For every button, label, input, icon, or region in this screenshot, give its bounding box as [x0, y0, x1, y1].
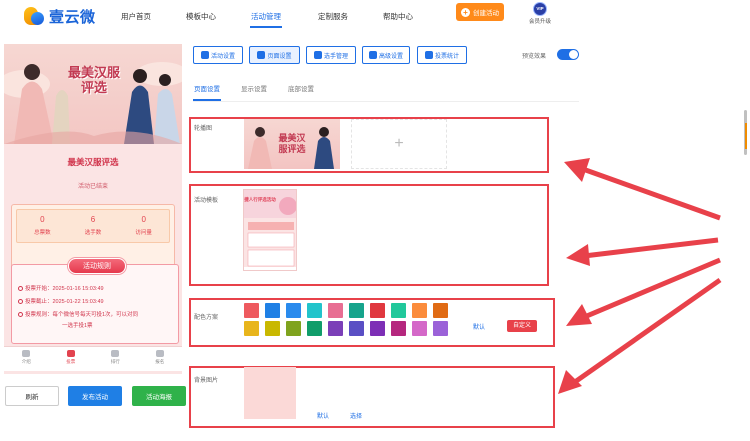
- nav-template-center[interactable]: 模板中心: [186, 11, 216, 22]
- preview-tabbar: 介绍 投票 排行 报名: [4, 346, 182, 371]
- nav-help-center[interactable]: 帮助中心: [383, 11, 413, 22]
- scrollbar-thumb[interactable]: [745, 123, 747, 149]
- color-swatch[interactable]: [391, 321, 406, 336]
- preview-toggle[interactable]: [557, 49, 579, 60]
- users-icon: [313, 51, 322, 59]
- stat-contestants: 6 选手数: [84, 215, 102, 236]
- svg-text:服评选: 服评选: [278, 143, 305, 155]
- rule-start: 投票开始：2025-01-16 15:03:49: [18, 285, 104, 293]
- vip-upgrade-label: 会员升级: [528, 19, 551, 25]
- create-activity-label: 创建活动: [473, 10, 499, 17]
- nav-activity-management[interactable]: 活动管理: [251, 11, 281, 22]
- background-default-button[interactable]: 默认: [317, 411, 329, 420]
- color-swatch[interactable]: [328, 303, 343, 318]
- logo-icon: [22, 5, 46, 27]
- carousel-add-button[interactable]: +: [351, 119, 447, 169]
- rules-title: 活动规则: [68, 258, 126, 274]
- preview-activity-status: 活动已结束: [77, 184, 108, 190]
- clock-icon: [18, 286, 23, 291]
- vote-icon: [66, 350, 75, 357]
- color-default-button[interactable]: 默认: [473, 322, 485, 331]
- tab-signup[interactable]: 报名: [138, 347, 183, 371]
- color-swatch[interactable]: [244, 303, 259, 318]
- color-palette: [244, 303, 459, 336]
- top-navbar: 壹云微 用户首页 模板中心 活动管理 定制服务 帮助中心 + 创建活动 VIP …: [0, 0, 750, 34]
- stat-visits: 0 访问量: [135, 215, 152, 236]
- plus-icon: +: [461, 7, 470, 17]
- rule-limit-cont: 一选手投1票: [62, 323, 93, 329]
- subtab-page-settings[interactable]: 页面设置: [194, 83, 220, 93]
- template-preview-graphic: 捷人行评选活动: [244, 190, 296, 270]
- subtab-divider: [193, 101, 579, 102]
- tab-intro[interactable]: 介绍: [4, 347, 49, 371]
- color-swatch[interactable]: [391, 303, 406, 318]
- clock-icon: [18, 299, 23, 304]
- background-choose-button[interactable]: 选择: [350, 411, 362, 420]
- nav-user-home[interactable]: 用户首页: [121, 11, 151, 22]
- brand-name: 壹云微: [49, 8, 96, 26]
- rule-limit: 投票规则：每个微信号每天可投1次，可以对同: [18, 311, 138, 319]
- gear-icon: [257, 51, 266, 59]
- info-icon: [18, 312, 23, 317]
- color-swatch[interactable]: [349, 303, 364, 318]
- contestant-management-button[interactable]: 选手管理: [306, 46, 356, 64]
- color-swatch[interactable]: [412, 321, 427, 336]
- stat-total-votes: 0 总票数: [34, 215, 51, 236]
- color-swatch[interactable]: [370, 303, 385, 318]
- color-swatch[interactable]: [433, 321, 448, 336]
- advanced-settings-button[interactable]: 高级设置: [362, 46, 410, 64]
- vip-badge-icon: VIP: [533, 2, 547, 16]
- publish-button[interactable]: 发布活动: [68, 386, 122, 406]
- heart-icon: [22, 350, 31, 357]
- template-label: 活动模板: [194, 198, 219, 204]
- color-swatch[interactable]: [265, 303, 280, 318]
- chart-icon: [424, 51, 433, 59]
- vote-stats-button[interactable]: 投票统计: [417, 46, 467, 64]
- background-image-preview[interactable]: [244, 367, 296, 419]
- activity-settings-button[interactable]: 活动设置: [193, 46, 243, 64]
- nav-active-indicator: [250, 26, 282, 28]
- preview-hero-banner: 最美汉服评选: [4, 44, 182, 144]
- carousel-label: 轮播图: [194, 126, 213, 132]
- vip-upgrade[interactable]: VIP 会员升级: [525, 2, 555, 25]
- page-settings-button[interactable]: 页面设置: [249, 46, 300, 64]
- template-mini-title: 捷人行评选活动: [244, 196, 276, 203]
- svg-text:最美汉: 最美汉: [278, 132, 306, 144]
- subtab-footer-settings[interactable]: 底部设置: [288, 83, 314, 93]
- create-activity-button[interactable]: + 创建活动: [456, 3, 504, 21]
- template-thumbnail[interactable]: 捷人行评选活动: [243, 189, 297, 271]
- rule-end: 投票截止：2025-01-22 15:03:49: [18, 298, 104, 306]
- color-scheme-label: 配色方案: [194, 315, 219, 321]
- color-swatch[interactable]: [412, 303, 427, 318]
- color-swatch[interactable]: [370, 321, 385, 336]
- color-swatch[interactable]: [286, 321, 301, 336]
- subtab-display-settings[interactable]: 显示设置: [241, 83, 267, 93]
- background-label: 背景图片: [194, 378, 219, 384]
- color-swatch[interactable]: [349, 321, 364, 336]
- color-swatch[interactable]: [265, 321, 280, 336]
- carousel-image[interactable]: 最美汉 服评选: [244, 119, 340, 169]
- color-swatch[interactable]: [244, 321, 259, 336]
- color-swatch[interactable]: [328, 321, 343, 336]
- settings-icon: [200, 51, 209, 59]
- sliders-icon: [368, 51, 377, 59]
- tab-ranking[interactable]: 排行: [93, 347, 138, 371]
- preview-activity-title: 最美汉服评选: [67, 157, 119, 167]
- color-swatch[interactable]: [307, 321, 322, 336]
- poster-button[interactable]: 活动海报: [132, 386, 186, 406]
- carousel-thumbnail: 最美汉 服评选: [248, 127, 334, 169]
- signup-icon: [155, 350, 164, 357]
- color-swatch[interactable]: [433, 303, 448, 318]
- ranking-icon: [111, 350, 120, 357]
- tab-vote[interactable]: 投票: [49, 347, 94, 371]
- refresh-button[interactable]: 刷新: [5, 386, 59, 406]
- brand-logo[interactable]: 壹云微: [22, 5, 96, 27]
- hero-title: 最美汉服评选: [67, 66, 120, 96]
- color-custom-button[interactable]: 自定义: [507, 320, 537, 332]
- preview-effect-label: 预览效果: [522, 54, 547, 60]
- color-swatch[interactable]: [286, 303, 301, 318]
- color-swatch[interactable]: [307, 303, 322, 318]
- nav-custom-service[interactable]: 定制服务: [318, 11, 348, 22]
